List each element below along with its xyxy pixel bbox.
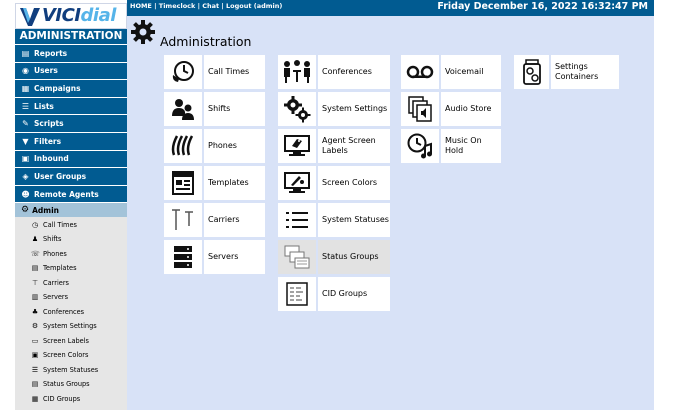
screen-colors-icon xyxy=(284,172,310,193)
sidebar: ADMINISTRATION ▤ Reports ◉ Users ▦ Campaign… xyxy=(15,29,127,410)
tile-voicemail-label: Voicemail xyxy=(441,55,501,89)
app-window: VICIdial HOME | Timeclock | Chat | Logou… xyxy=(0,0,680,410)
cid-groups-icon: ▦ xyxy=(31,394,39,403)
submenu-item-templates[interactable]: ▤ Templates xyxy=(15,261,127,276)
admin-gear-icon xyxy=(131,20,155,44)
lists-icon: ☰ xyxy=(21,101,30,111)
campaigns-icon: ▦ xyxy=(21,83,30,93)
tile-audio-store-label: Audio Store xyxy=(441,92,501,126)
submenu-item-call-times[interactable]: ◷ Call Times xyxy=(15,217,127,232)
current-datetime: Friday December 16, 2022 16:32:47 PM xyxy=(437,1,648,12)
status-groups-icon: ▤ xyxy=(31,380,39,389)
tile-system-statuses-label: System Statuses xyxy=(318,203,390,237)
submenu-item-status-groups[interactable]: ▤ Status Groups xyxy=(15,377,127,392)
tile-carriers-label: Carriers xyxy=(204,203,265,237)
admin-submenu: ◷ Call Times ♟ Shifts ☏ Phones ▤ Templates ⊤… xyxy=(15,217,127,410)
tile-cid-groups-label: CID Groups xyxy=(318,277,390,311)
servers-icon: ▥ xyxy=(31,293,39,302)
submenu-item-cid-groups[interactable]: ▦ CID Groups xyxy=(15,391,127,406)
screen-labels-icon: ▭ xyxy=(31,336,39,345)
tile-music-on-hold-label: Music On Hold xyxy=(441,129,501,163)
sidebar-item-lists[interactable]: ☰ Lists xyxy=(15,96,127,115)
tile-agent-screen-labels-label: Agent Screen Labels xyxy=(318,129,390,163)
tile-screen-colors-label: Screen Colors xyxy=(318,166,390,200)
sidebar-item-campaigns[interactable]: ▦ Campaigns xyxy=(15,79,127,97)
templates-icon: ▤ xyxy=(31,264,39,273)
users-icon: ◉ xyxy=(22,66,29,76)
settings-containers-jar-icon xyxy=(522,59,541,85)
logo-text: VICIdial xyxy=(42,5,116,26)
statuses-list-icon: ☰ xyxy=(31,365,39,374)
remote-agents-icon: ☻ xyxy=(21,189,30,199)
user-groups-icon: ◈ xyxy=(22,171,29,181)
clock-phone-icon xyxy=(172,61,194,82)
screen-colors-icon: ▣ xyxy=(31,351,39,360)
system-settings-gears-icon xyxy=(284,96,311,123)
status-groups-icon xyxy=(284,245,310,269)
audio-store-icon xyxy=(408,96,432,122)
music-on-hold-icon xyxy=(407,133,432,159)
tile-phones-label: Phones xyxy=(204,129,265,163)
carriers-icon: ⊤ xyxy=(31,278,39,287)
agent-screen-labels-icon xyxy=(284,135,310,156)
tile-system-settings-label: System Settings xyxy=(318,92,390,126)
sidebar-item-users[interactable]: ◉ Users xyxy=(15,61,127,80)
templates-icon xyxy=(172,171,194,195)
logo-v-icon xyxy=(20,8,40,26)
servers-icon xyxy=(174,246,192,268)
sidebar-item-user-groups[interactable]: ◈ User Groups xyxy=(15,167,127,185)
sidebar-item-filters[interactable]: ▼ Filters xyxy=(15,131,127,150)
top-links[interactable]: HOME | Timeclock | Chat | Logout (admin) xyxy=(130,2,282,10)
system-statuses-list-icon xyxy=(286,212,308,228)
tile-templates-label: Templates xyxy=(204,166,265,200)
submenu-item-system-settings[interactable]: ⚙ System Settings xyxy=(15,319,127,334)
sidebar-item-inbound[interactable]: ▣ Inbound xyxy=(15,149,127,168)
gear-icon: ⚙ xyxy=(21,205,30,216)
main-content: Administration Call Times Shifts Phones … xyxy=(127,16,654,410)
inbound-icon: ▣ xyxy=(21,154,30,164)
shifts-people-icon xyxy=(172,99,194,120)
carriers-antenna-icon xyxy=(172,209,193,230)
submenu-item-screen-labels[interactable]: ▭ Screen Labels xyxy=(15,333,127,348)
submenu-item-screen-colors[interactable]: ▣ Screen Colors xyxy=(15,348,127,363)
tile-status-groups-label: Status Groups xyxy=(318,240,390,274)
tile-settings-containers-label: Settings Containers xyxy=(551,55,619,89)
conferences-icon: ♣ xyxy=(31,307,39,316)
settings-gears-icon: ⚙ xyxy=(31,322,39,331)
phones-icon: ☏ xyxy=(31,249,40,258)
cid-groups-icon xyxy=(286,282,308,306)
submenu-item-phones[interactable]: ☏ Phones xyxy=(15,246,127,261)
submenu-item-system-statuses[interactable]: ☰ System Statuses xyxy=(15,362,127,377)
page-title: Administration xyxy=(160,34,252,49)
top-bar: HOME | Timeclock | Chat | Logout (admin)… xyxy=(127,0,654,16)
tile-conferences-label: Conferences xyxy=(318,55,390,89)
sidebar-item-admin[interactable]: ⚙ Admin xyxy=(15,202,127,218)
reports-icon: ▤ xyxy=(21,48,30,58)
shifts-icon: ♟ xyxy=(31,235,39,244)
tile-servers-label: Servers xyxy=(204,240,265,274)
submenu-item-shifts[interactable]: ♟ Shifts xyxy=(15,232,127,247)
scripts-icon: ✎ xyxy=(22,119,29,129)
sidebar-title: ADMINISTRATION xyxy=(19,30,123,42)
filters-icon: ▼ xyxy=(22,136,29,146)
clock-icon: ◷ xyxy=(31,220,39,229)
voicemail-icon xyxy=(406,65,434,79)
submenu-item-servers[interactable]: ▥ Servers xyxy=(15,290,127,305)
submenu-item-conferences[interactable]: ♣ Conferences xyxy=(15,304,127,319)
sidebar-item-scripts[interactable]: ✎ Scripts xyxy=(15,114,127,132)
vicidial-logo[interactable]: VICIdial xyxy=(15,3,127,29)
conferences-icon xyxy=(284,60,310,83)
sidebar-item-remote-agents[interactable]: ☻ Remote Agents xyxy=(15,184,127,203)
phones-icon xyxy=(171,135,194,156)
tile-shifts-label: Shifts xyxy=(204,92,265,126)
tile-call-times-label: Call Times xyxy=(204,55,265,89)
submenu-item-carriers[interactable]: ⊤ Carriers xyxy=(15,275,127,290)
sidebar-item-reports[interactable]: ▤ Reports xyxy=(15,44,127,62)
